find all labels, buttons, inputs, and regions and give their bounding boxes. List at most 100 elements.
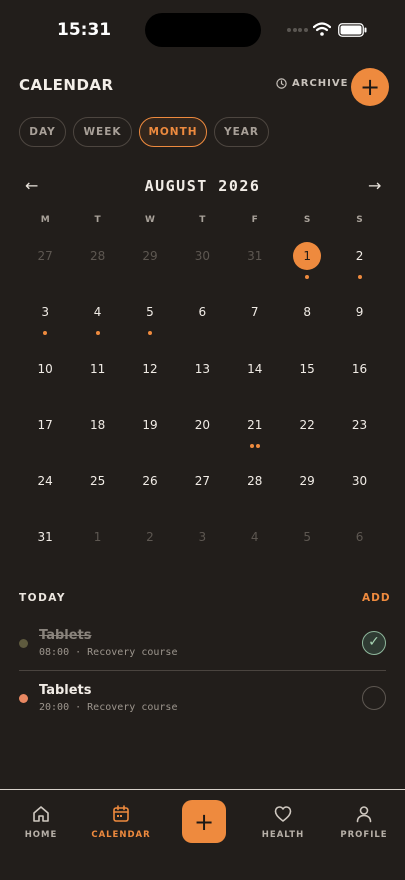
archive-button[interactable]: ARCHIVE [276,78,348,89]
add-task-button[interactable]: ADD [362,592,391,604]
dynamic-island [145,13,261,47]
tab-calendar[interactable]: CALENDAR [86,804,156,840]
status-time: 15:31 [57,20,112,40]
day-number: 28 [247,474,263,489]
quick-add-button[interactable]: + [182,800,226,843]
calendar-day[interactable]: 13 [176,342,228,398]
task-status-dot [19,639,28,648]
segment-year[interactable]: YEAR [214,117,269,147]
day-number: 4 [250,530,259,545]
calendar-day[interactable]: 19 [124,398,176,454]
task-item[interactable]: Tablets 08:00 · Recovery course ✓ [19,624,386,671]
calendar-day[interactable]: 23 [333,398,385,454]
calendar-day[interactable]: 8 [281,285,333,341]
tab-profile-label: PROFILE [340,830,388,840]
weekday-label: S [356,215,363,225]
task-title: Tablets [39,683,92,698]
day-number: 23 [351,417,368,432]
calendar-day[interactable]: 17 [19,398,71,454]
battery-icon [338,23,367,37]
plus-icon: + [193,807,215,836]
calendar-day[interactable]: 29 [281,454,333,510]
task-subtitle: 08:00 · Recovery course [39,647,178,658]
clock-icon [276,78,287,89]
task-title: Tablets [39,628,92,643]
day-number: 31 [247,249,263,263]
calendar-day[interactable]: 26 [124,454,176,510]
person-icon [356,806,372,823]
calendar-day[interactable]: 24 [19,454,71,510]
weekday-label: T [94,215,101,225]
calendar-day[interactable]: 6 [333,510,385,566]
calendar-day[interactable]: 1 [71,510,123,566]
event-indicator [281,275,333,279]
add-event-button[interactable]: + [351,68,389,106]
event-dot [255,443,260,448]
calendar-day[interactable]: 9 [333,285,385,341]
task-checkbox[interactable] [362,686,386,710]
calendar-day[interactable]: 22 [281,398,333,454]
tab-health[interactable]: HEALTH [248,804,318,840]
day-number: 27 [37,249,53,263]
weekday-label: F [251,215,258,225]
calendar-day[interactable]: 27 [176,454,228,510]
calendar-day[interactable]: 28 [71,229,123,285]
calendar-day[interactable]: 27 [19,229,71,285]
tab-home[interactable]: HOME [6,804,76,840]
calendar-day[interactable]: 6 [176,285,228,341]
calendar-day[interactable]: 11 [71,342,123,398]
calendar-day-selected[interactable]: 1 [281,229,333,285]
calendar-day[interactable]: 4 [71,285,123,341]
calendar-day[interactable]: 31 [229,229,281,285]
day-number: 5 [146,305,154,320]
calendar-day[interactable]: 18 [71,398,123,454]
calendar-day[interactable]: 14 [229,342,281,398]
calendar-day[interactable]: 20 [176,398,228,454]
calendar-day[interactable]: 4 [229,510,281,566]
calendar-day[interactable]: 3 [176,510,228,566]
view-segments: DAY WEEK MONTH YEAR [19,117,269,147]
calendar-day[interactable]: 30 [333,454,385,510]
tab-home-label: HOME [24,830,58,840]
calendar-day[interactable]: 2 [333,229,385,285]
segment-day[interactable]: DAY [19,117,66,147]
calendar-day[interactable]: 7 [229,285,281,341]
calendar-day[interactable]: 15 [281,342,333,398]
calendar-day[interactable]: 30 [176,229,228,285]
weekday-label: T [199,215,206,225]
event-indicator [124,331,176,336]
day-number: 6 [355,530,364,545]
calendar-day[interactable]: 25 [71,454,123,510]
calendar-day[interactable]: 21 [229,398,281,454]
day-number: 17 [37,417,53,432]
checkmark-icon: ✓ [368,634,380,650]
calendar-day[interactable]: 2 [124,510,176,566]
archive-label: ARCHIVE [292,78,349,89]
day-number: 2 [355,249,364,263]
event-dot [43,331,48,336]
event-dot [357,275,362,279]
day-number: 8 [303,305,311,320]
task-checkbox-checked[interactable]: ✓ [362,631,386,655]
calendar-day[interactable]: 5 [124,285,176,341]
calendar-day[interactable]: 3 [19,285,71,341]
calendar-day[interactable]: 12 [124,342,176,398]
day-number: 31 [37,530,53,545]
calendar-day[interactable]: 5 [281,510,333,566]
calendar-day[interactable]: 29 [124,229,176,285]
segment-week[interactable]: WEEK [73,117,132,147]
calendar-icon [113,805,129,822]
day-number: 30 [351,474,368,489]
task-item[interactable]: Tablets 20:00 · Recovery course [19,679,386,731]
calendar-day[interactable]: 10 [19,342,71,398]
next-month-icon[interactable]: → [368,176,381,195]
calendar-day[interactable]: 31 [19,510,71,566]
calendar-day[interactable]: 16 [333,342,385,398]
segment-month[interactable]: MONTH [139,117,207,147]
day-number: 29 [299,474,315,489]
day-number: 12 [142,361,158,376]
calendar-day[interactable]: 28 [229,454,281,510]
tab-profile[interactable]: PROFILE [329,804,399,840]
calendar-grid: 27 28 29 30 31 1 2 3 4 5 6 7 8 9 10 11 12 13 14 15 16 17 18 19 2… [19,229,386,567]
day-number: 30 [194,249,210,263]
